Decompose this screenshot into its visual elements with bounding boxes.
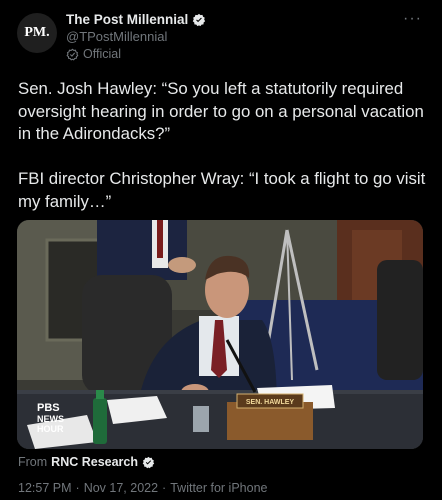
attribution-source-link[interactable]: RNC Research: [51, 455, 138, 469]
svg-text:NEWS: NEWS: [37, 414, 64, 424]
avatar[interactable]: PM.: [17, 13, 57, 53]
author-handle[interactable]: @TPostMillennial: [66, 29, 167, 44]
verified-badge-icon: [142, 456, 155, 468]
tweet-time-link[interactable]: 12:57 PM: [18, 481, 72, 495]
display-name[interactable]: The Post Millennial: [66, 12, 188, 27]
separator: ·: [162, 481, 167, 495]
verified-badge-icon: [193, 13, 206, 26]
official-text: Official: [83, 47, 121, 61]
video-thumbnail[interactable]: SEN. HAWLEY PBS NEWS HOUR: [17, 220, 423, 449]
media-attribution: From RNC Research: [18, 455, 155, 469]
svg-text:PBS: PBS: [37, 402, 60, 414]
video-scene: SEN. HAWLEY PBS NEWS HOUR: [17, 220, 423, 449]
more-options-button[interactable]: ···: [403, 10, 422, 28]
tweet-client: Twitter for iPhone: [170, 481, 268, 495]
tweet-text: Sen. Josh Hawley: “So you left a statuto…: [18, 79, 426, 211]
official-label: Official: [66, 47, 121, 61]
svg-text:HOUR: HOUR: [37, 424, 64, 434]
separator: ·: [75, 481, 80, 495]
official-check-icon: [66, 48, 79, 60]
tweet-date-link[interactable]: Nov 17, 2022: [84, 481, 158, 495]
nameplate-text: SEN. HAWLEY: [246, 399, 295, 406]
author-name-row: The Post Millennial: [66, 12, 206, 27]
tweet-metadata: 12:57 PM · Nov 17, 2022 · Twitter for iP…: [18, 481, 267, 495]
attribution-prefix: From: [18, 455, 48, 469]
